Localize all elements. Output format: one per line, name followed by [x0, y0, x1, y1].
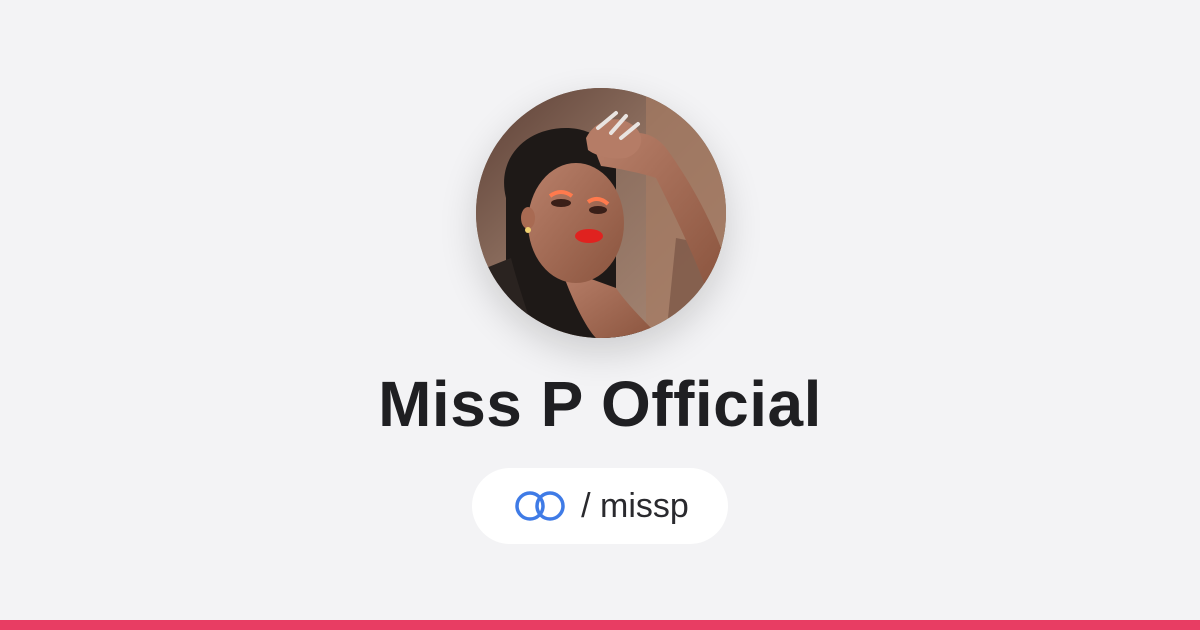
profile-name: Miss P Official — [378, 368, 822, 440]
accent-bar — [0, 620, 1200, 630]
profile-handle-link[interactable]: / missp — [472, 468, 728, 544]
avatar — [476, 88, 726, 338]
profile-handle: / missp — [581, 487, 689, 525]
linked-rings-icon — [515, 491, 565, 521]
avatar-photo — [476, 88, 726, 338]
profile-card: Miss P Official / missp — [0, 0, 1200, 630]
